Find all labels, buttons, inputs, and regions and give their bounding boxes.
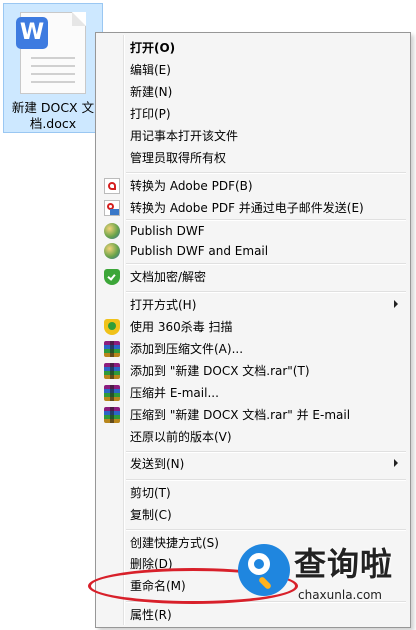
- winrar-icon: [104, 407, 120, 423]
- menu-item-send-to[interactable]: 发送到(N): [98, 453, 408, 475]
- pdf-icon: [104, 178, 120, 194]
- menu-separator: [126, 263, 406, 265]
- menu-item-360-scan[interactable]: 使用 360杀毒 扫描: [98, 316, 408, 338]
- menu-item-publish-dwf-email[interactable]: Publish DWF and Email: [98, 240, 408, 262]
- menu-item-edit[interactable]: 编辑(E): [98, 59, 408, 81]
- menu-item-copy[interactable]: 复制(C): [98, 504, 408, 526]
- menu-item-open-with[interactable]: 打开方式(H): [98, 294, 408, 316]
- chevron-right-icon: [394, 300, 398, 308]
- menu-item-add-to-archive[interactable]: 添加到压缩文件(A)...: [98, 338, 408, 360]
- shield-icon: [104, 269, 120, 285]
- menu-item-compress-email[interactable]: 压缩并 E-mail...: [98, 382, 408, 404]
- menu-item-add-to-rar[interactable]: 添加到 "新建 DOCX 文档.rar"(T): [98, 360, 408, 382]
- winrar-icon: [104, 385, 120, 401]
- winrar-icon: [104, 341, 120, 357]
- menu-item-convert-pdf[interactable]: 转换为 Adobe PDF(B): [98, 175, 408, 197]
- menu-item-compress-to-rar-email[interactable]: 压缩到 "新建 DOCX 文档.rar" 并 E-mail: [98, 404, 408, 426]
- menu-item-new[interactable]: 新建(N): [98, 81, 408, 103]
- search-logo-icon: [238, 544, 290, 596]
- menu-item-print[interactable]: 打印(P): [98, 103, 408, 125]
- menu-separator: [126, 479, 406, 481]
- 360-shield-icon: [104, 319, 120, 335]
- docx-file-icon[interactable]: W 新建 DOCX 文 档.docx: [3, 3, 103, 133]
- menu-item-restore-versions[interactable]: 还原以前的版本(V): [98, 426, 408, 448]
- menu-item-encrypt-decrypt[interactable]: 文档加密/解密: [98, 266, 408, 288]
- menu-item-take-ownership[interactable]: 管理员取得所有权: [98, 147, 408, 169]
- menu-separator: [126, 529, 406, 531]
- menu-separator: [126, 172, 406, 174]
- chevron-right-icon: [394, 459, 398, 467]
- menu-item-publish-dwf[interactable]: Publish DWF: [98, 220, 408, 242]
- menu-item-convert-pdf-email[interactable]: 转换为 Adobe PDF 并通过电子邮件发送(E): [98, 197, 408, 219]
- pdf-email-icon: [104, 200, 120, 216]
- menu-item-open-with-notepad[interactable]: 用记事本打开该文件: [98, 125, 408, 147]
- winrar-icon: [104, 363, 120, 379]
- dwf-globe-icon: [104, 243, 120, 259]
- dwf-globe-icon: [104, 223, 120, 239]
- menu-separator: [126, 291, 406, 293]
- menu-item-cut[interactable]: 剪切(T): [98, 482, 408, 504]
- wps-writer-icon: W: [16, 17, 48, 49]
- file-name: 新建 DOCX 文 档.docx: [11, 100, 95, 131]
- menu-item-open[interactable]: 打开(O): [98, 37, 408, 59]
- watermark: 查询啦 chaxunla.com: [238, 538, 414, 628]
